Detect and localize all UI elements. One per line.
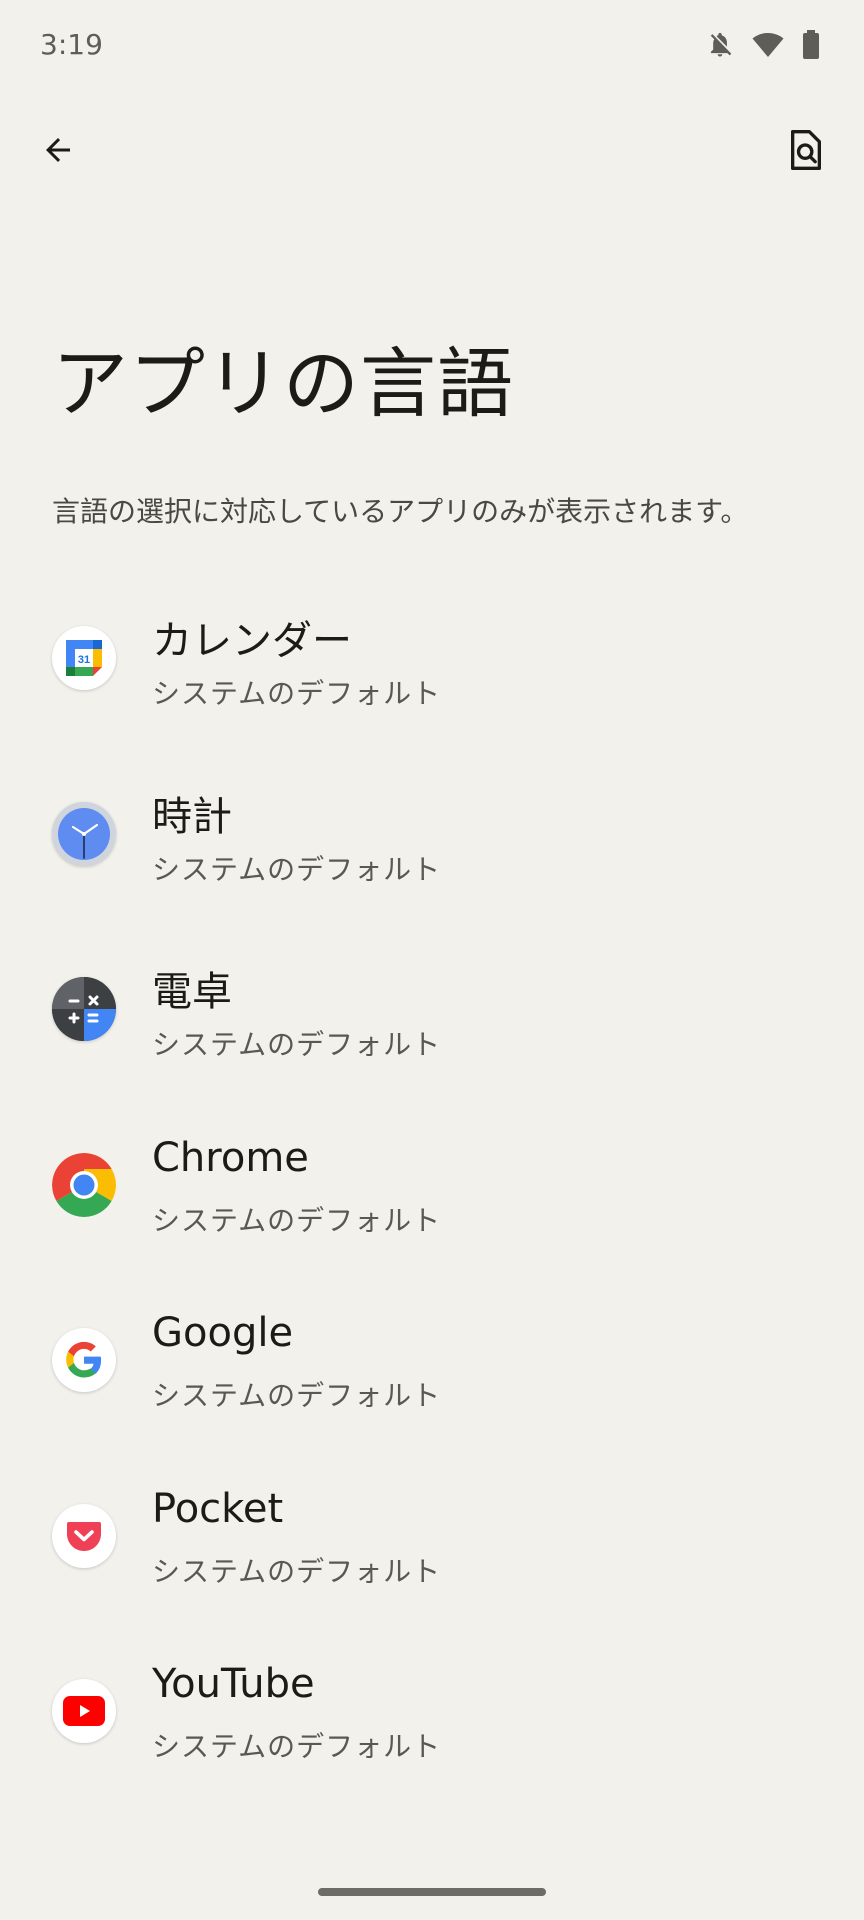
app-language: システムのデフォルト xyxy=(152,1203,442,1237)
list-item-calculator[interactable]: 電卓 システムのデフォルト xyxy=(0,939,864,1115)
app-language: システムのデフォルト xyxy=(152,1028,442,1061)
status-bar: 3:19 xyxy=(0,0,864,96)
top-app-bar xyxy=(0,110,864,194)
app-language: システムのデフォルト xyxy=(152,677,442,710)
notifications-off-icon xyxy=(706,30,734,60)
app-name: カレンダー xyxy=(152,618,352,664)
gesture-nav-handle[interactable] xyxy=(318,1888,546,1896)
app-name: 時計 xyxy=(152,793,232,840)
youtube-icon xyxy=(52,1679,116,1743)
app-name: Pocket xyxy=(152,1485,284,1532)
app-language: システムのデフォルト xyxy=(152,1730,442,1763)
app-list: 31 カレンダー システムのデフォルト 時計 システムのデフォルト 電卓 システ… xyxy=(0,588,864,1817)
search-settings-button[interactable] xyxy=(776,122,836,182)
page-subtitle: 言語の選択に対応しているアプリのみが表示されます。 xyxy=(52,495,749,528)
back-button[interactable] xyxy=(28,122,88,182)
status-icons xyxy=(706,30,820,60)
page-title: アプリの言語 xyxy=(52,339,514,428)
calendar-day-number: 31 xyxy=(78,654,90,666)
search-document-icon xyxy=(786,128,826,176)
list-item-google[interactable]: Google システムのデフォルト xyxy=(0,1290,864,1466)
app-name: Chrome xyxy=(152,1134,309,1181)
calculator-icon xyxy=(52,977,116,1041)
pocket-icon xyxy=(52,1503,116,1568)
list-item-youtube[interactable]: YouTube システムのデフォルト xyxy=(0,1641,864,1817)
status-time: 3:19 xyxy=(40,28,103,61)
list-item-calendar[interactable]: 31 カレンダー システムのデフォルト xyxy=(0,588,864,764)
list-item-clock[interactable]: 時計 システムのデフォルト xyxy=(0,764,864,940)
list-item-pocket[interactable]: Pocket システムのデフォルト xyxy=(0,1466,864,1642)
list-item-chrome[interactable]: Chrome システムのデフォルト xyxy=(0,1115,864,1291)
app-language: システムのデフォルト xyxy=(152,1554,442,1588)
chrome-icon xyxy=(52,1152,116,1217)
app-language: システムのデフォルト xyxy=(152,852,442,886)
arrow-back-icon xyxy=(40,132,76,172)
wifi-icon xyxy=(752,32,784,58)
clock-icon xyxy=(52,801,116,866)
app-name: YouTube xyxy=(152,1661,315,1707)
app-language: システムのデフォルト xyxy=(152,1379,442,1412)
app-name: 電卓 xyxy=(152,969,232,1015)
battery-icon xyxy=(802,30,820,60)
google-icon xyxy=(52,1328,116,1392)
calendar-icon: 31 xyxy=(52,626,116,690)
app-name: Google xyxy=(152,1310,294,1356)
